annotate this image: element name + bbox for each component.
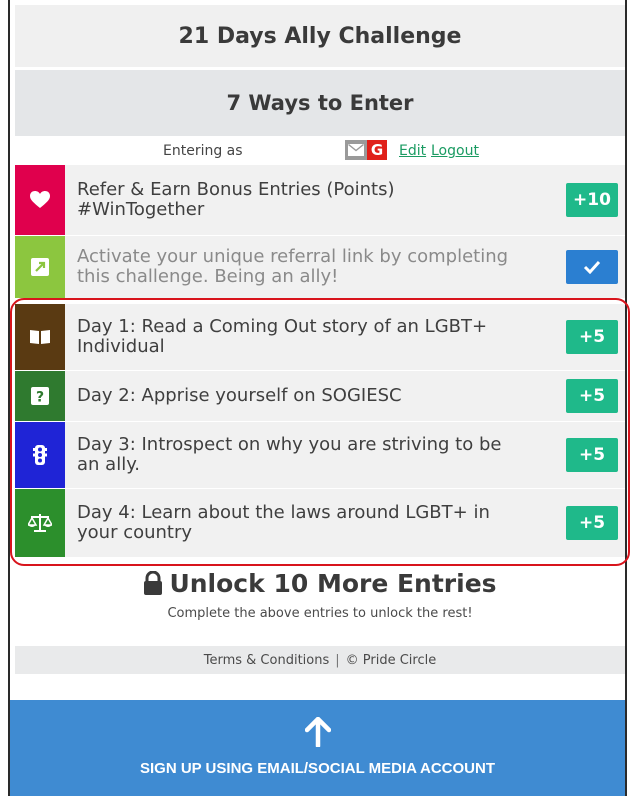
footer-separator: | [335, 652, 340, 668]
signup-label: SIGN UP USING EMAIL/SOCIAL MEDIA ACCOUNT [139, 760, 496, 777]
mail-icon [345, 140, 367, 160]
entering-as-label: Entering as [163, 143, 243, 159]
points-badge: +10 [566, 183, 618, 217]
arrow-up-icon [10, 714, 625, 750]
entry-text: Refer & Earn Bonus Entries (Points) #Win… [77, 179, 395, 220]
entering-as-row: Entering as G Edit Logout [15, 138, 625, 164]
logout-link[interactable]: Logout [431, 143, 479, 159]
entry-text: Activate your unique referral link by co… [77, 246, 509, 287]
entry-activate-referral[interactable]: Activate your unique referral link by co… [15, 235, 625, 298]
copyright-text: © Pride Circle [345, 652, 437, 668]
footer-bar: Terms & Conditions | © Pride Circle [15, 646, 625, 674]
external-link-icon [31, 258, 49, 276]
signup-button[interactable]: SIGN UP USING EMAIL/SOCIAL MEDIA ACCOUNT [10, 700, 625, 796]
google-icon: G [367, 140, 387, 160]
page-frame: 21 Days Ally Challenge 7 Ways to Enter E… [0, 0, 635, 796]
completed-badge [566, 250, 618, 284]
check-icon [583, 260, 601, 274]
edit-link[interactable]: Edit [399, 143, 426, 159]
widget-title: 21 Days Ally Challenge [15, 5, 625, 67]
heart-icon [30, 191, 50, 208]
entry-icon-bg [15, 165, 65, 235]
ways-to-enter-heading: 7 Ways to Enter [15, 70, 625, 136]
entry-refer-earn[interactable]: Refer & Earn Bonus Entries (Points) #Win… [15, 164, 625, 235]
unlock-title-text: Unlock 10 More Entries [169, 568, 497, 598]
unlock-heading: Unlock 10 More Entries [15, 564, 625, 602]
lock-icon [144, 571, 163, 595]
entry-icon-bg [15, 236, 65, 298]
terms-link[interactable]: Terms & Conditions [204, 653, 330, 668]
highlight-annotation [10, 298, 630, 566]
unlock-subtitle: Complete the above entries to unlock the… [167, 606, 473, 621]
